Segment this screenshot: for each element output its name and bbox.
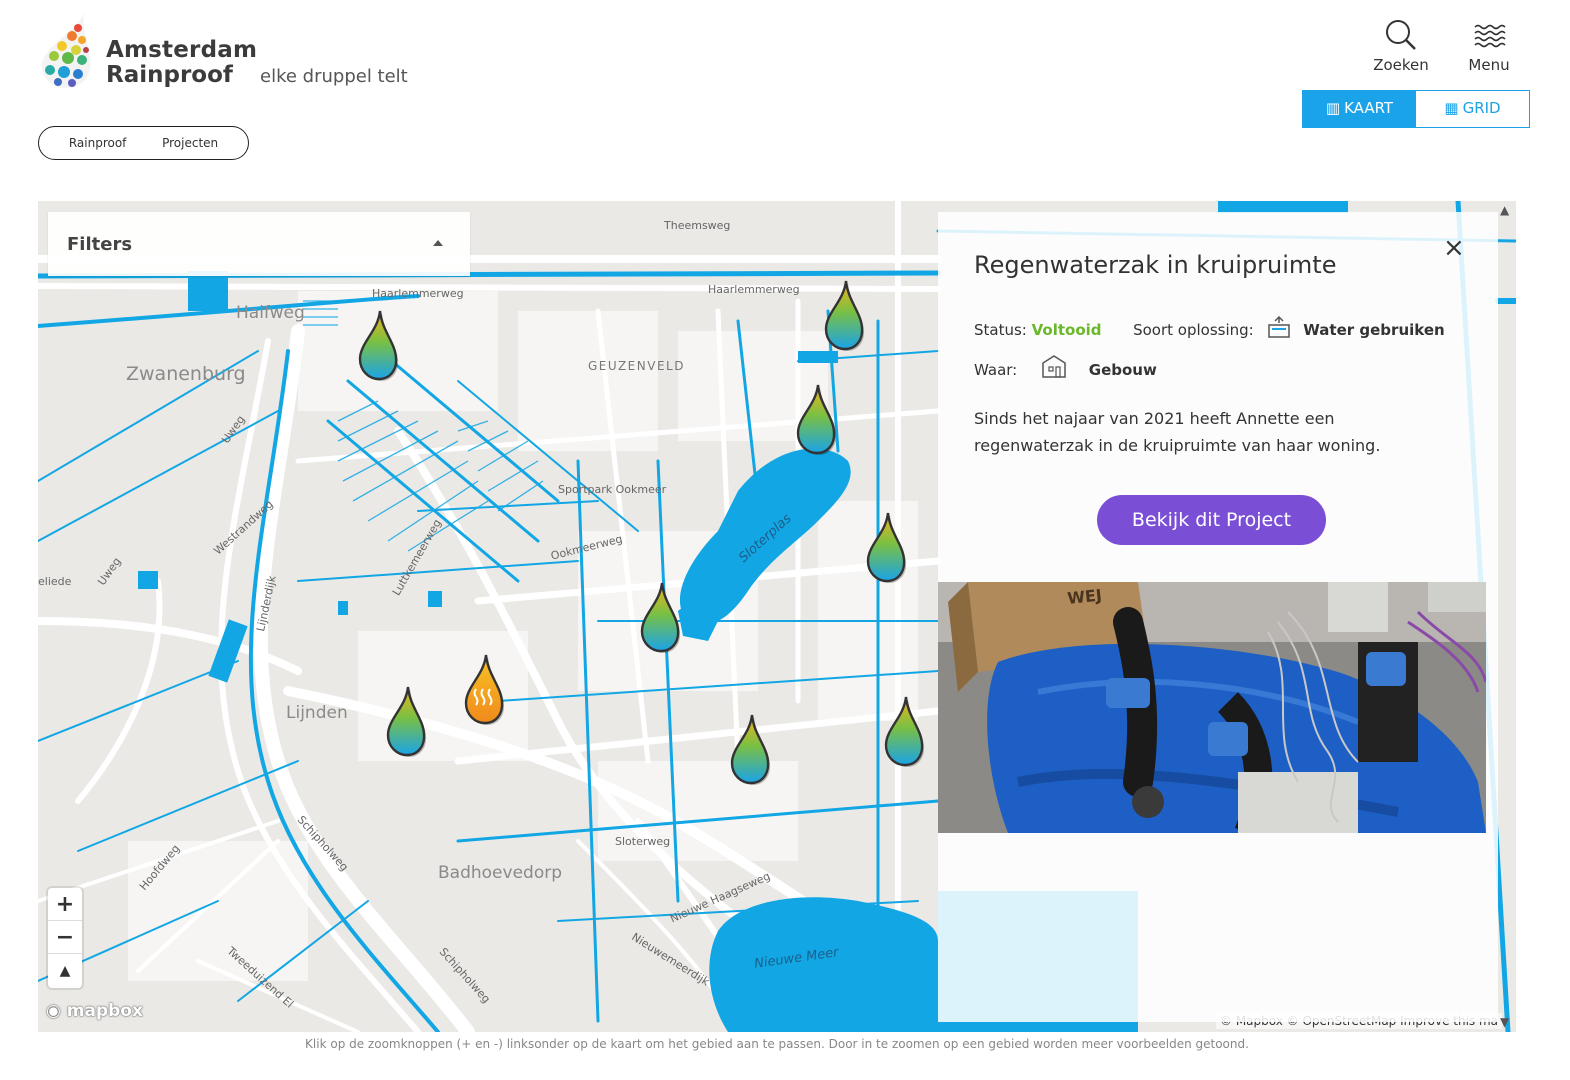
zoom-out-button[interactable]: − xyxy=(48,921,82,954)
map-label-sloterweg: Sloterweg xyxy=(615,835,671,848)
brand-name-line1: Amsterdam xyxy=(106,37,258,63)
map-label-zwanenburg: Zwanenburg xyxy=(126,363,246,385)
filters-panel[interactable]: Filters xyxy=(48,212,470,276)
waar-label: Waar: xyxy=(974,361,1018,379)
water-use-icon xyxy=(1267,315,1290,338)
site-header: Amsterdam Rainproof elke druppel telt Zo… xyxy=(0,0,1570,100)
soort-label: Soort oplossing: xyxy=(1133,321,1254,339)
search-button[interactable]: Zoeken xyxy=(1366,18,1436,74)
project-pin[interactable] xyxy=(818,279,868,351)
breadcrumb-item-projecten[interactable]: Projecten xyxy=(162,136,218,150)
map-label-geuzenveld: GEUZENVELD xyxy=(588,359,685,373)
project-pin[interactable] xyxy=(634,581,684,653)
map-label-sportpark: Sportpark Ookmeer xyxy=(558,483,667,496)
soort-value: Water gebruiken xyxy=(1303,321,1445,339)
scroll-up-icon[interactable]: ▲ xyxy=(1500,203,1509,217)
project-pin[interactable] xyxy=(352,309,402,381)
zoom-controls: + − ▲ xyxy=(48,888,82,988)
map-view-icon: ▥ xyxy=(1325,99,1341,117)
compass-button[interactable]: ▲ xyxy=(48,954,82,987)
map-label-theemsweg: Theemsweg xyxy=(664,219,731,232)
menu-waves-icon xyxy=(1474,24,1506,48)
search-label: Zoeken xyxy=(1373,56,1429,74)
popup-status-row: Status: Voltooid Soort oplossing: Water … xyxy=(974,315,1445,339)
zoom-in-button[interactable]: + xyxy=(48,888,82,921)
search-icon xyxy=(1386,20,1416,50)
project-map[interactable]: Halfweg Zwanenburg GEUZENVELD Lijnden Ba… xyxy=(38,201,1516,1032)
menu-label: Menu xyxy=(1468,56,1510,74)
menu-button[interactable]: Menu xyxy=(1454,18,1524,74)
close-popup-button[interactable]: × xyxy=(1443,233,1465,263)
map-label-haarlemmerweg-2: Haarlemmerweg xyxy=(708,283,800,296)
breadcrumb: Rainproof Projecten xyxy=(38,126,249,160)
project-pin[interactable] xyxy=(724,713,774,785)
building-icon xyxy=(1042,355,1066,378)
status-value: Voltooid xyxy=(1031,321,1102,339)
view-grid-label: GRID xyxy=(1462,99,1501,117)
waar-value: Gebouw xyxy=(1088,361,1157,379)
map-label-haarlemmerweg-1: Haarlemmerweg xyxy=(372,287,464,300)
view-project-button[interactable]: Bekijk dit Project xyxy=(1097,495,1326,545)
svg-text:WEJ: WEJ xyxy=(1066,585,1102,608)
project-pin[interactable] xyxy=(878,695,928,767)
map-label-aliede: eliede xyxy=(38,575,72,588)
view-toggle: ▥ KAART ▦ GRID xyxy=(1302,90,1530,128)
breadcrumb-item-rainproof[interactable]: Rainproof xyxy=(69,136,127,150)
map-footnote: Klik op de zoomknoppen (+ en -) linksond… xyxy=(305,1037,1249,1051)
caret-up-icon xyxy=(433,240,443,246)
view-kaart-button[interactable]: ▥ KAART xyxy=(1303,91,1416,127)
popup-description: Sinds het najaar van 2021 heeft Annette … xyxy=(974,409,1381,455)
mapbox-icon: ◉ xyxy=(46,1001,61,1021)
map-label-halfweg: Halfweg xyxy=(236,303,305,323)
popup-waar-row: Waar: Gebouw xyxy=(974,353,1157,379)
status-label: Status: xyxy=(974,321,1027,339)
scroll-down-icon[interactable]: ▼ xyxy=(1500,1015,1509,1029)
brand-name-line2: Rainproof xyxy=(106,62,233,88)
map-label-lijnden: Lijnden xyxy=(286,703,348,723)
project-pin[interactable] xyxy=(790,383,840,455)
project-photo: WEJ xyxy=(938,582,1486,833)
grid-view-icon: ▦ xyxy=(1444,99,1459,117)
project-pin[interactable] xyxy=(380,685,430,757)
popup-title: Regenwaterzak in kruipruimte xyxy=(974,251,1337,279)
view-grid-button[interactable]: ▦ GRID xyxy=(1416,91,1529,127)
project-pin[interactable] xyxy=(860,511,910,583)
mapbox-logo[interactable]: ◉ mapbox xyxy=(46,1001,143,1021)
project-pin-selected[interactable] xyxy=(458,653,508,725)
brand-tagline: elke druppel telt xyxy=(260,66,408,87)
map-label-badhoevedorp: Badhoevedorp xyxy=(438,863,562,883)
mapbox-logo-text: mapbox xyxy=(66,1001,143,1021)
rainproof-logo[interactable] xyxy=(38,10,94,90)
view-kaart-label: KAART xyxy=(1344,99,1394,117)
filters-label: Filters xyxy=(67,234,133,255)
